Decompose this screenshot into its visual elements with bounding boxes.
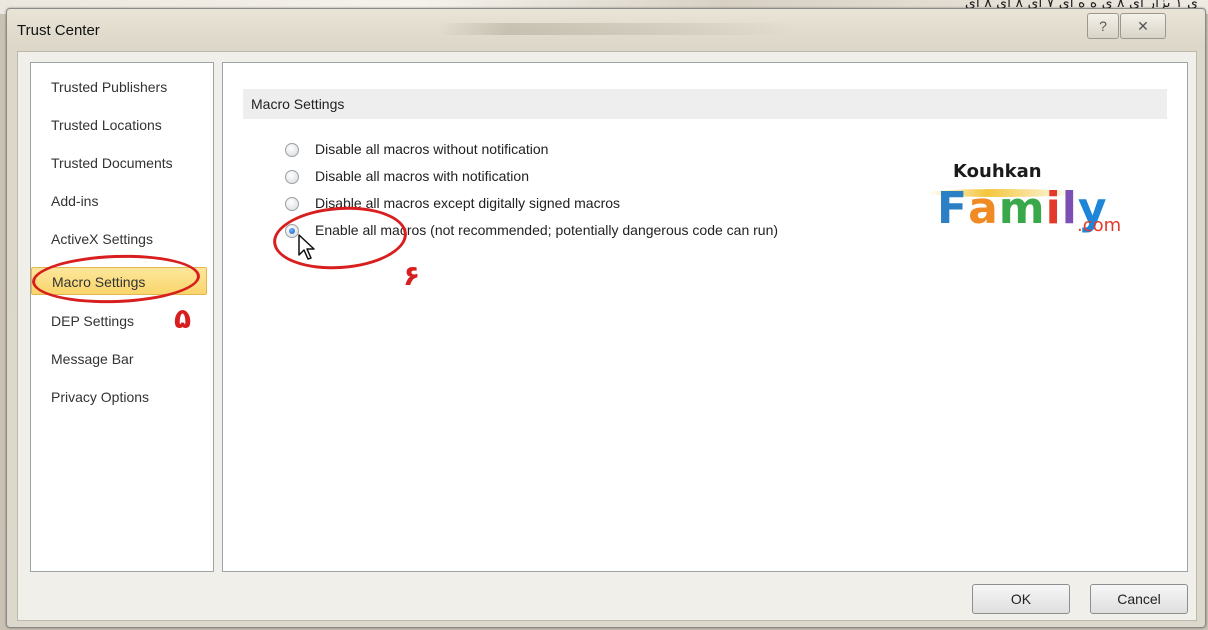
logo-suffix: .com — [1077, 215, 1122, 236]
logo-letter: i — [1045, 183, 1062, 234]
option-label: Disable all macros without notification — [315, 141, 549, 157]
annotation-number-5: ۵ — [174, 302, 192, 335]
sidebar-item-activex-settings[interactable]: ActiveX Settings — [31, 225, 213, 253]
macro-settings-panel: Macro Settings Disable all macros withou… — [222, 62, 1188, 572]
help-button[interactable]: ? — [1087, 13, 1119, 39]
radio-button[interactable] — [285, 143, 299, 157]
question-icon: ? — [1099, 18, 1107, 34]
logo-letter: a — [968, 183, 999, 234]
logo-letter: F — [937, 183, 969, 234]
logo-letter: l — [1061, 183, 1078, 234]
window-title: Trust Center — [17, 22, 100, 39]
sidebar-item-message-bar[interactable]: Message Bar — [31, 345, 213, 373]
dialog-client-area: Trusted Publishers Trusted Locations Tru… — [17, 51, 1197, 621]
titlebar[interactable]: Trust Center ? ✕ — [7, 9, 1205, 51]
kouhkan-family-logo: Kouhkan Family .com — [909, 153, 1129, 243]
sidebar-item-trusted-publishers[interactable]: Trusted Publishers — [31, 73, 213, 101]
sidebar-item-trusted-documents[interactable]: Trusted Documents — [31, 149, 213, 177]
radio-button[interactable] — [285, 197, 299, 211]
option-label: Disable all macros with notification — [315, 168, 529, 184]
cancel-button[interactable]: Cancel — [1090, 584, 1188, 614]
title-blur-decoration — [437, 23, 797, 35]
logo-top-text: Kouhkan — [953, 161, 1042, 182]
trust-center-dialog: Trust Center ? ✕ Trusted Publishers Trus… — [6, 8, 1206, 628]
annotation-number-6: ۶ — [403, 259, 421, 292]
close-icon: ✕ — [1137, 18, 1149, 34]
section-header: Macro Settings — [243, 89, 1167, 119]
sidebar-item-trusted-locations[interactable]: Trusted Locations — [31, 111, 213, 139]
close-button[interactable]: ✕ — [1120, 13, 1166, 39]
logo-letter: m — [998, 183, 1046, 234]
sidebar-item-add-ins[interactable]: Add-ins — [31, 187, 213, 215]
sidebar-item-privacy-options[interactable]: Privacy Options — [31, 383, 213, 411]
radio-button[interactable] — [285, 170, 299, 184]
annotation-circle-option — [271, 202, 409, 274]
ok-button[interactable]: OK — [972, 584, 1070, 614]
